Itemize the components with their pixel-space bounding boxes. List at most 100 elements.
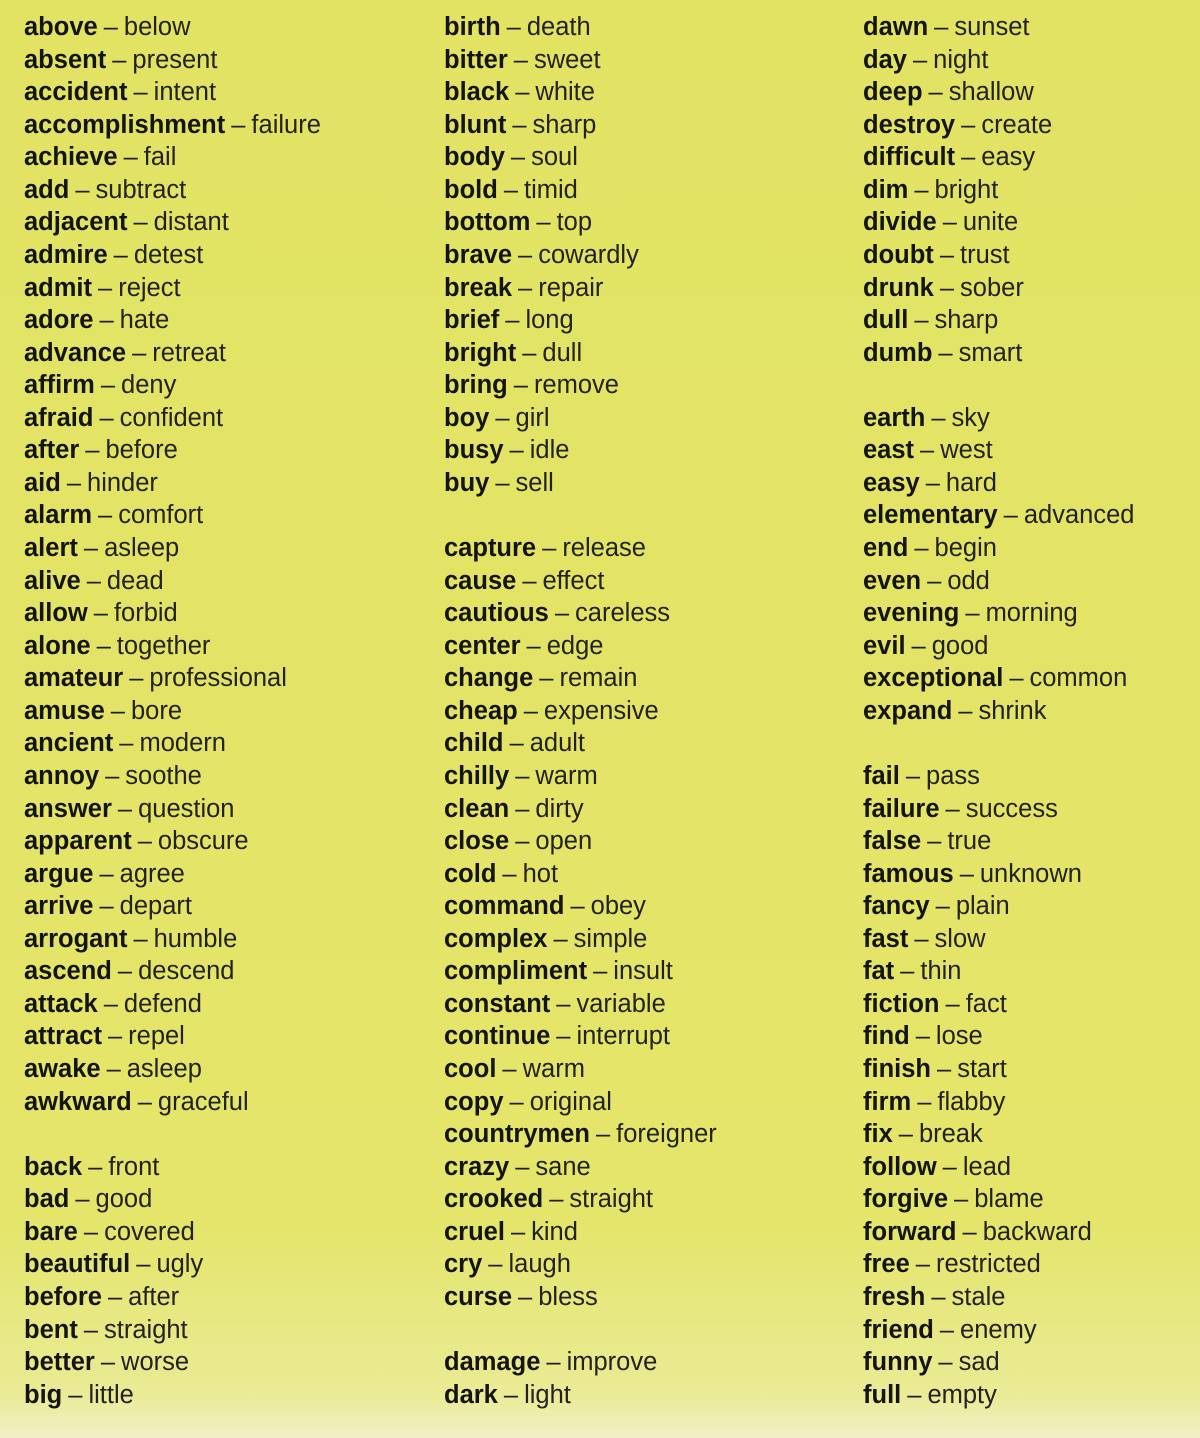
- antonym: reject: [118, 273, 181, 302]
- antonym: trust: [960, 240, 1010, 269]
- word: adjacent: [24, 208, 128, 237]
- antonym: sell: [515, 468, 554, 497]
- word: above: [24, 13, 98, 41]
- word: complex: [444, 924, 548, 953]
- antonym-pair: compliment – insult: [444, 955, 717, 988]
- antonym-pair: blunt – sharp: [444, 109, 717, 142]
- antonym: advanced: [1023, 501, 1135, 530]
- word: clean: [444, 794, 510, 823]
- word: evil: [863, 631, 906, 660]
- word: ascend: [24, 957, 112, 986]
- word: forward: [863, 1217, 957, 1246]
- dash-separator: –: [107, 1282, 123, 1311]
- antonym-pair: busy – idle: [444, 434, 717, 467]
- antonym-pair: alive – dead: [24, 565, 321, 598]
- antonym-pair: adore – hate: [24, 304, 321, 337]
- antonym-pair: bitter – sweet: [444, 44, 717, 77]
- dash-separator: –: [553, 924, 568, 953]
- antonym: break: [918, 1120, 983, 1149]
- antonym: front: [108, 1152, 160, 1181]
- antonym: release: [562, 534, 646, 562]
- dash-separator: –: [83, 1217, 99, 1246]
- antonym: pass: [926, 761, 980, 790]
- word: follow: [863, 1152, 937, 1181]
- word: curse: [444, 1282, 513, 1311]
- antonym: insult: [613, 957, 673, 986]
- antonym: adult: [529, 729, 585, 758]
- dash-separator: –: [954, 1185, 969, 1214]
- word: elementary: [863, 501, 998, 530]
- antonym-pair: bent – straight: [24, 1314, 321, 1347]
- word: fat: [863, 957, 895, 986]
- antonym-pair: bring – remove: [444, 369, 717, 402]
- word: bent: [24, 1315, 78, 1344]
- word: dull: [863, 306, 909, 335]
- word: accomplishment: [24, 110, 226, 139]
- dash-separator: –: [495, 468, 510, 497]
- dash-separator: –: [523, 696, 538, 725]
- dash-separator: –: [934, 13, 949, 41]
- dash-separator: –: [136, 1250, 151, 1279]
- dash-separator: –: [488, 1250, 503, 1279]
- antonym-pair: day – night: [863, 44, 1134, 77]
- antonym-pair: cheap – expensive: [444, 695, 717, 728]
- antonym-pair: accomplishment – failure: [24, 109, 321, 142]
- antonym: create: [981, 110, 1053, 139]
- antonym-pair: firm – flabby: [863, 1086, 1134, 1119]
- antonym-pair: before – after: [24, 1281, 321, 1314]
- antonym: top: [556, 208, 593, 237]
- dash-separator: –: [556, 1022, 571, 1051]
- dash-separator: –: [959, 859, 974, 888]
- word: buy: [444, 468, 490, 497]
- antonym: sweet: [533, 45, 601, 74]
- antonym: plain: [955, 892, 1010, 921]
- antonym: obey: [590, 892, 646, 921]
- dash-separator: –: [133, 208, 148, 237]
- antonym: lose: [935, 1022, 983, 1051]
- dash-separator: –: [945, 989, 960, 1018]
- dash-separator: –: [66, 468, 82, 497]
- dash-separator: –: [965, 599, 980, 628]
- dash-separator: –: [961, 143, 976, 172]
- word: change: [444, 664, 534, 693]
- dash-separator: –: [513, 45, 528, 74]
- dash-separator: –: [939, 240, 954, 269]
- dash-separator: –: [939, 273, 955, 302]
- dash-separator: –: [539, 664, 554, 693]
- word: arrive: [24, 892, 94, 921]
- word: better: [24, 1348, 95, 1377]
- antonym: cowardly: [538, 240, 639, 269]
- antonym-pair: dawn – sunset: [863, 11, 1134, 44]
- dash-separator: –: [99, 403, 114, 432]
- antonym-pair: adjacent – distant: [24, 206, 321, 239]
- word-column-1: above – below absent – present accident – intent…: [24, 11, 321, 1411]
- dash-separator: –: [133, 78, 148, 107]
- word: awkward: [24, 1087, 132, 1116]
- antonym: empty: [927, 1380, 997, 1409]
- word: alarm: [24, 501, 93, 530]
- antonym-pair: forgive – blame: [863, 1183, 1134, 1216]
- word: cause: [444, 566, 517, 595]
- word: exceptional: [863, 664, 1004, 693]
- antonym-pair: difficult – easy: [863, 141, 1134, 174]
- antonym-pair: full – empty: [863, 1379, 1134, 1412]
- dash-separator: –: [915, 1022, 930, 1051]
- word: compliment: [444, 957, 588, 986]
- dash-separator: –: [938, 1348, 953, 1377]
- antonym: bore: [130, 696, 183, 725]
- word: firm: [863, 1087, 912, 1116]
- dash-separator: –: [515, 1152, 530, 1181]
- antonym: morning: [985, 599, 1078, 628]
- dash-separator: –: [231, 110, 246, 139]
- antonym-pair: cruel – kind: [444, 1216, 717, 1249]
- word: forgive: [863, 1185, 949, 1214]
- dash-separator: –: [107, 1022, 123, 1051]
- antonym: odd: [947, 566, 990, 595]
- word: boy: [444, 403, 490, 432]
- dash-separator: –: [945, 794, 960, 823]
- antonym-pair: bottom – top: [444, 206, 717, 239]
- word: dim: [863, 175, 909, 204]
- antonym-pair: brave – cowardly: [444, 239, 717, 272]
